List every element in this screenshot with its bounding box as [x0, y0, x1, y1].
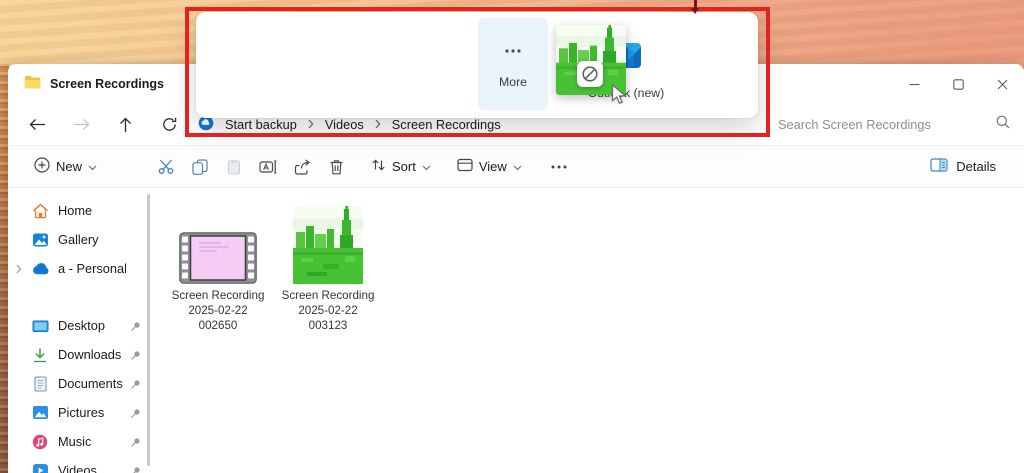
- sidebar-item-music[interactable]: Music: [8, 427, 144, 456]
- view-button-label: View: [479, 159, 507, 174]
- sidebar-item-home[interactable]: Home: [8, 196, 144, 225]
- view-layout-icon: [457, 158, 473, 175]
- annotation-pointer-arrowhead: [691, 8, 699, 14]
- sort-button[interactable]: Sort: [365, 153, 437, 180]
- screen: Screen Recordings: [0, 0, 1024, 473]
- pin-icon: [126, 465, 144, 473]
- chevron-down-icon: [88, 159, 97, 174]
- nav-arrows: [8, 110, 184, 140]
- pin-icon: [126, 436, 144, 448]
- sort-arrows-icon: [371, 158, 386, 175]
- home-icon: [30, 203, 50, 219]
- minimize-button[interactable]: [892, 64, 936, 104]
- close-button[interactable]: [980, 64, 1024, 104]
- pin-icon: [126, 407, 144, 419]
- paste-button[interactable]: [217, 152, 251, 182]
- sidebar-item-documents[interactable]: Documents: [8, 369, 144, 398]
- explorer-tab[interactable]: Screen Recordings: [8, 64, 164, 104]
- details-pane-icon: [930, 158, 948, 175]
- refresh-button[interactable]: [154, 110, 184, 140]
- downloads-icon: [30, 347, 50, 363]
- details-button[interactable]: Details: [922, 153, 1004, 180]
- sort-button-label: Sort: [392, 159, 416, 174]
- share-button[interactable]: [285, 152, 319, 182]
- view-button[interactable]: View: [451, 153, 528, 180]
- details-button-label: Details: [956, 159, 996, 174]
- copy-button[interactable]: [183, 152, 217, 182]
- file-item-video[interactable]: Screen Recording 2025-02-22 002650: [170, 200, 266, 333]
- file-name: Screen Recording 2025-02-22 002650: [172, 288, 265, 333]
- chevron-right-icon[interactable]: [8, 264, 30, 274]
- videos-icon: [30, 463, 50, 473]
- delete-button[interactable]: [319, 152, 353, 182]
- sidebar-scrollbar[interactable]: [147, 194, 150, 466]
- forward-button[interactable]: [66, 110, 96, 140]
- back-button[interactable]: [22, 110, 52, 140]
- onedrive-cloud-icon: [30, 262, 50, 275]
- search-box: [778, 110, 1010, 140]
- desktop-icon: [30, 319, 50, 333]
- chevron-down-icon: [422, 159, 431, 174]
- rename-button[interactable]: [251, 152, 285, 182]
- pin-icon: [126, 349, 144, 361]
- sidebar-item-onedrive-personal[interactable]: a - Personal: [8, 254, 144, 283]
- new-plus-icon: [34, 157, 50, 176]
- content-area: Home Gallery: [8, 188, 1024, 473]
- pictures-icon: [30, 405, 50, 420]
- file-grid: Screen Recording 2025-02-22 002650 Scree…: [158, 188, 1024, 473]
- sidebar-item-desktop[interactable]: Desktop: [8, 311, 144, 340]
- chevron-down-icon: [513, 159, 522, 174]
- sidebar-item-downloads[interactable]: Downloads: [8, 340, 144, 369]
- pin-icon: [126, 320, 144, 332]
- more-options-button[interactable]: [542, 152, 576, 182]
- window-title: Screen Recordings: [50, 77, 164, 91]
- sidebar-item-pictures[interactable]: Pictures: [8, 398, 144, 427]
- maximize-button[interactable]: [936, 64, 980, 104]
- pin-icon: [126, 378, 144, 390]
- sidebar-item-gallery[interactable]: Gallery: [8, 225, 144, 254]
- folder-icon: [24, 75, 41, 94]
- documents-icon: [30, 376, 50, 392]
- search-icon[interactable]: [996, 115, 1010, 134]
- annotation-highlight-rectangle: [185, 7, 770, 137]
- gallery-icon: [30, 232, 50, 248]
- video-filmstrip-thumbnail: [179, 200, 257, 284]
- window-controls: [892, 64, 1024, 104]
- new-button[interactable]: New: [28, 152, 103, 181]
- file-item-image[interactable]: Screen Recording 2025-02-22 003123: [280, 200, 376, 333]
- image-thumbnail: [293, 200, 363, 284]
- sidebar: Home Gallery: [8, 188, 158, 473]
- sidebar-item-videos[interactable]: Videos: [8, 456, 144, 473]
- up-button[interactable]: [110, 110, 140, 140]
- command-bar: New: [8, 146, 1024, 188]
- cut-button[interactable]: [149, 152, 183, 182]
- music-icon: [30, 434, 50, 450]
- file-name: Screen Recording 2025-02-22 003123: [282, 288, 375, 333]
- new-button-label: New: [56, 159, 82, 174]
- search-input[interactable]: [778, 117, 996, 132]
